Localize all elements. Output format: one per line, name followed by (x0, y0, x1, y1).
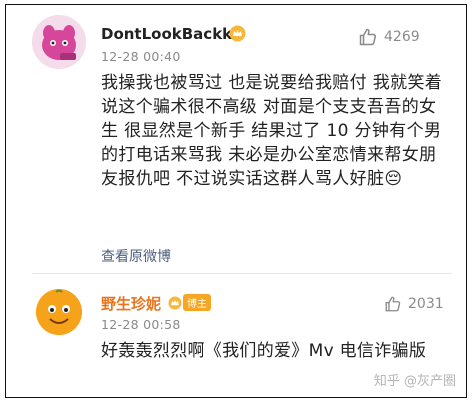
username[interactable]: 野生珍妮 (101, 293, 161, 314)
thumbs-up-icon (359, 28, 377, 46)
username[interactable]: DontLookBackkk (101, 25, 242, 43)
vip-crown-icon (229, 25, 246, 42)
comment-panel: DontLookBackkk 12-28 00:40 4269 我操我也被骂过 … (5, 4, 467, 398)
view-original-link[interactable]: 查看原微博 (101, 246, 171, 266)
pink-character-icon (32, 15, 86, 69)
comment-item: DontLookBackkk 12-28 00:40 4269 我操我也被骂过 … (6, 5, 466, 275)
divider (32, 273, 452, 274)
orange-emoji-icon (36, 289, 82, 335)
like-count: 4269 (384, 29, 420, 45)
comment-text: 好轰轰烈烈啊《我们的爱》Mv 电信诈骗版 (101, 341, 427, 361)
thumbs-up-icon (385, 296, 401, 312)
vip-crown-icon (168, 296, 182, 309)
like-count: 2031 (408, 296, 444, 312)
blogger-badge-label: 博主 (183, 294, 211, 311)
watermark: 知乎 @灰产圈 (373, 374, 456, 389)
avatar[interactable] (36, 289, 82, 335)
like-button[interactable]: 4269 (358, 27, 420, 47)
timestamp: 12-28 00:40 (101, 49, 181, 64)
comment-text: 我操我也被骂过 也是说要给我赔付 我就笑着说这个骗术很不高级 对面是个支支吾吾的… (101, 73, 443, 189)
blogger-badge: 博主 (168, 294, 211, 311)
timestamp: 12-28 00:58 (101, 317, 181, 332)
like-button[interactable]: 2031 (384, 295, 444, 313)
avatar[interactable] (32, 15, 86, 69)
